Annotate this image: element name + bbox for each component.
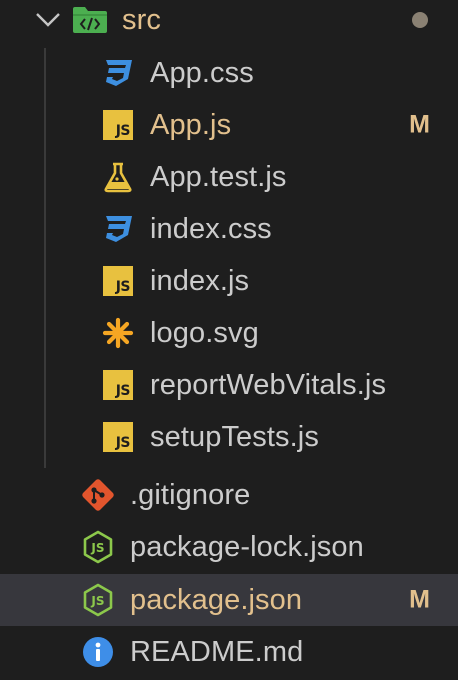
folder-src[interactable]: src (0, 0, 458, 46)
modified-dot (412, 12, 428, 28)
css-icon (100, 211, 136, 247)
file-label: .gitignore (130, 478, 251, 511)
js-icon: JS (100, 419, 136, 455)
chevron-down-icon[interactable] (28, 0, 68, 40)
svg-text:JS: JS (90, 594, 104, 608)
file-app-css[interactable]: App.css (0, 47, 458, 99)
file-gitignore[interactable]: .gitignore (0, 469, 458, 521)
js-icon: JS (100, 367, 136, 403)
file-package-lock-json[interactable]: JS package-lock.json (0, 521, 458, 573)
git-icon (80, 477, 116, 513)
css-icon (100, 55, 136, 91)
file-index-js[interactable]: JS index.js (0, 255, 458, 307)
file-readme-md[interactable]: README.md (0, 626, 458, 678)
file-explorer-tree: src App.css JS App.js M App.test.js inde… (0, 0, 458, 680)
nodejs-icon: JS (80, 582, 116, 618)
js-icon: JS (100, 107, 136, 143)
file-logo-svg[interactable]: logo.svg (0, 307, 458, 359)
folder-src-label: src (122, 3, 161, 36)
svg-text:JS: JS (90, 541, 104, 555)
git-modified-badge: M (409, 110, 430, 139)
git-modified-badge: M (409, 585, 430, 614)
file-label: logo.svg (150, 316, 259, 349)
folder-src-icon (72, 2, 108, 38)
file-app-test-js[interactable]: App.test.js (0, 151, 458, 203)
file-label: package-lock.json (130, 530, 364, 563)
js-icon: JS (100, 263, 136, 299)
test-flask-icon (100, 159, 136, 195)
file-app-js[interactable]: JS App.js M (0, 99, 458, 151)
nodejs-icon: JS (80, 529, 116, 565)
file-label: App.css (150, 56, 254, 89)
file-label: App.test.js (150, 160, 287, 193)
file-label: index.js (150, 264, 250, 297)
file-label: setupTests.js (150, 420, 319, 453)
file-setup-tests-js[interactable]: JS setupTests.js (0, 411, 458, 463)
file-label: App.js (150, 108, 232, 141)
file-index-css[interactable]: index.css (0, 203, 458, 255)
file-package-json[interactable]: JS package.json M (0, 574, 458, 626)
file-label: package.json (130, 583, 303, 616)
file-report-web-vitals-js[interactable]: JS reportWebVitals.js (0, 359, 458, 411)
info-icon (80, 634, 116, 670)
file-label: index.css (150, 212, 272, 245)
file-label: reportWebVitals.js (150, 368, 387, 401)
svg-asterisk-icon (100, 315, 136, 351)
file-label: README.md (130, 635, 304, 668)
